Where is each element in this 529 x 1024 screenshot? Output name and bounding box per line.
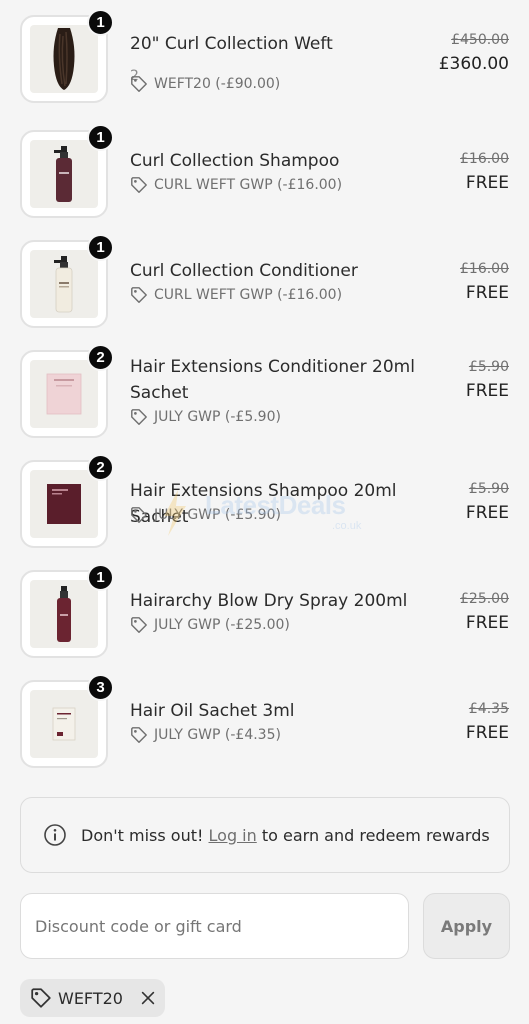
final-price: £360.00	[438, 54, 509, 74]
quantity-badge: 1	[87, 9, 114, 36]
original-price: £5.90	[468, 481, 509, 497]
apply-discount-button[interactable]: Apply	[423, 893, 510, 959]
applied-code-label: WEFT20	[58, 988, 123, 1008]
price-column: £16.00 FREE	[460, 258, 509, 306]
original-price: £450.00	[451, 32, 509, 48]
price-column: £16.00 FREE	[460, 148, 509, 196]
hair-weft-image	[53, 28, 75, 90]
discount-line: JULY GWP (-£25.00)	[130, 616, 290, 634]
final-price: FREE	[465, 381, 509, 401]
original-price: £25.00	[460, 591, 509, 607]
product-title: 20" Curl Collection Weft	[130, 34, 333, 54]
close-icon[interactable]	[139, 989, 157, 1007]
discount-label: JULY GWP (-£5.90)	[154, 409, 281, 425]
product-title: Hair Extensions Conditioner 20ml Sachet	[130, 357, 415, 403]
discount-line: CURL WEFT GWP (-£16.00)	[130, 176, 342, 194]
product-thumbnail: 1	[20, 234, 114, 328]
oil-sachet-image	[52, 707, 76, 741]
tag-icon	[131, 617, 147, 633]
price-column: £5.90 FREE	[466, 356, 509, 404]
quantity-badge: 1	[87, 564, 114, 591]
login-link[interactable]: Log in	[209, 826, 257, 845]
discount-label: CURL WEFT GWP (-£16.00)	[154, 287, 343, 303]
quantity-badge: 2	[87, 344, 114, 371]
discount-line: WEFT20 (-£90.00)	[130, 75, 280, 93]
product-thumbnail: 3	[20, 674, 114, 768]
quantity-badge: 3	[87, 674, 114, 701]
discount-line: JULY GWP (-£4.35)	[130, 726, 281, 744]
tag-icon	[131, 177, 147, 193]
conditioner-bottle-image	[54, 256, 73, 313]
tag-icon	[131, 287, 147, 303]
discount-label: JULY GWP (-£5.90)	[154, 507, 281, 523]
spray-bottle-image	[57, 586, 71, 642]
rewards-suffix: to earn and redeem rewards	[256, 825, 490, 845]
line-item: 2 Hair Extensions Shampoo 20ml Sachet JU…	[0, 454, 529, 560]
product-title: Curl Collection Shampoo	[130, 151, 340, 171]
pink-sachet-image	[46, 373, 82, 415]
discount-label: CURL WEFT GWP (-£16.00)	[154, 177, 343, 193]
discount-line: JULY GWP (-£5.90)	[130, 408, 281, 426]
tag-icon	[31, 988, 51, 1008]
original-price: £16.00	[460, 261, 509, 277]
final-price: FREE	[465, 503, 509, 523]
product-title: Hair Oil Sachet 3ml	[130, 701, 295, 721]
discount-label: WEFT20 (-£90.00)	[154, 76, 281, 92]
original-price: £5.90	[468, 359, 509, 375]
original-price: £16.00	[460, 151, 509, 167]
final-price: FREE	[465, 723, 509, 743]
product-thumbnail: 1	[20, 564, 114, 658]
quantity-badge: 2	[87, 454, 114, 481]
product-thumbnail: 2	[20, 344, 114, 438]
line-item: 1 Curl Collection Conditioner CURL WEFT …	[0, 234, 529, 340]
rewards-banner: Don't miss out! Log in to earn and redee…	[20, 797, 510, 873]
discount-line: CURL WEFT GWP (-£16.00)	[130, 286, 342, 304]
shampoo-bottle-image	[54, 146, 72, 202]
quantity-badge: 1	[87, 124, 114, 151]
line-item: 1 20" Curl Collection Weft 2 WEFT20 (-£9…	[0, 9, 529, 115]
final-price: FREE	[465, 173, 509, 193]
line-item: 1 Curl Collection Shampoo CURL WEFT GWP …	[0, 124, 529, 230]
original-price: £4.35	[468, 701, 509, 717]
final-price: FREE	[465, 283, 509, 303]
info-icon	[44, 824, 66, 846]
product-title: Curl Collection Conditioner	[130, 261, 358, 281]
product-title: Hairarchy Blow Dry Spray 200ml	[130, 591, 408, 611]
burgundy-sachet-image	[47, 484, 81, 524]
line-item: 1 Hairarchy Blow Dry Spray 200ml JULY GW…	[0, 564, 529, 670]
tag-icon	[131, 727, 147, 743]
product-thumbnail: 1	[20, 9, 114, 103]
discount-label: JULY GWP (-£4.35)	[154, 727, 281, 743]
quantity-badge: 1	[87, 234, 114, 261]
price-column: £25.00 FREE	[460, 588, 509, 636]
product-thumbnail: 1	[20, 124, 114, 218]
discount-label: JULY GWP (-£25.00)	[154, 617, 290, 633]
line-item: 3 Hair Oil Sachet 3ml JULY GWP (-£4.35) …	[0, 674, 529, 780]
tag-icon	[131, 409, 147, 425]
line-item: 2 Hair Extensions Conditioner 20ml Sache…	[0, 344, 529, 450]
product-thumbnail: 2	[20, 454, 114, 548]
discount-line: JULY GWP (-£5.90)	[130, 506, 281, 524]
applied-discount-chip: WEFT20	[20, 979, 165, 1017]
final-price: FREE	[465, 613, 509, 633]
tag-icon	[131, 76, 147, 92]
price-column: £450.00 £360.00	[439, 29, 509, 77]
rewards-message: Don't miss out! Log in to earn and redee…	[81, 826, 490, 845]
rewards-prefix: Don't miss out!	[81, 825, 204, 845]
tag-icon	[131, 507, 147, 523]
discount-code-input[interactable]	[20, 893, 409, 959]
price-column: £5.90 FREE	[466, 478, 509, 526]
price-column: £4.35 FREE	[466, 698, 509, 746]
